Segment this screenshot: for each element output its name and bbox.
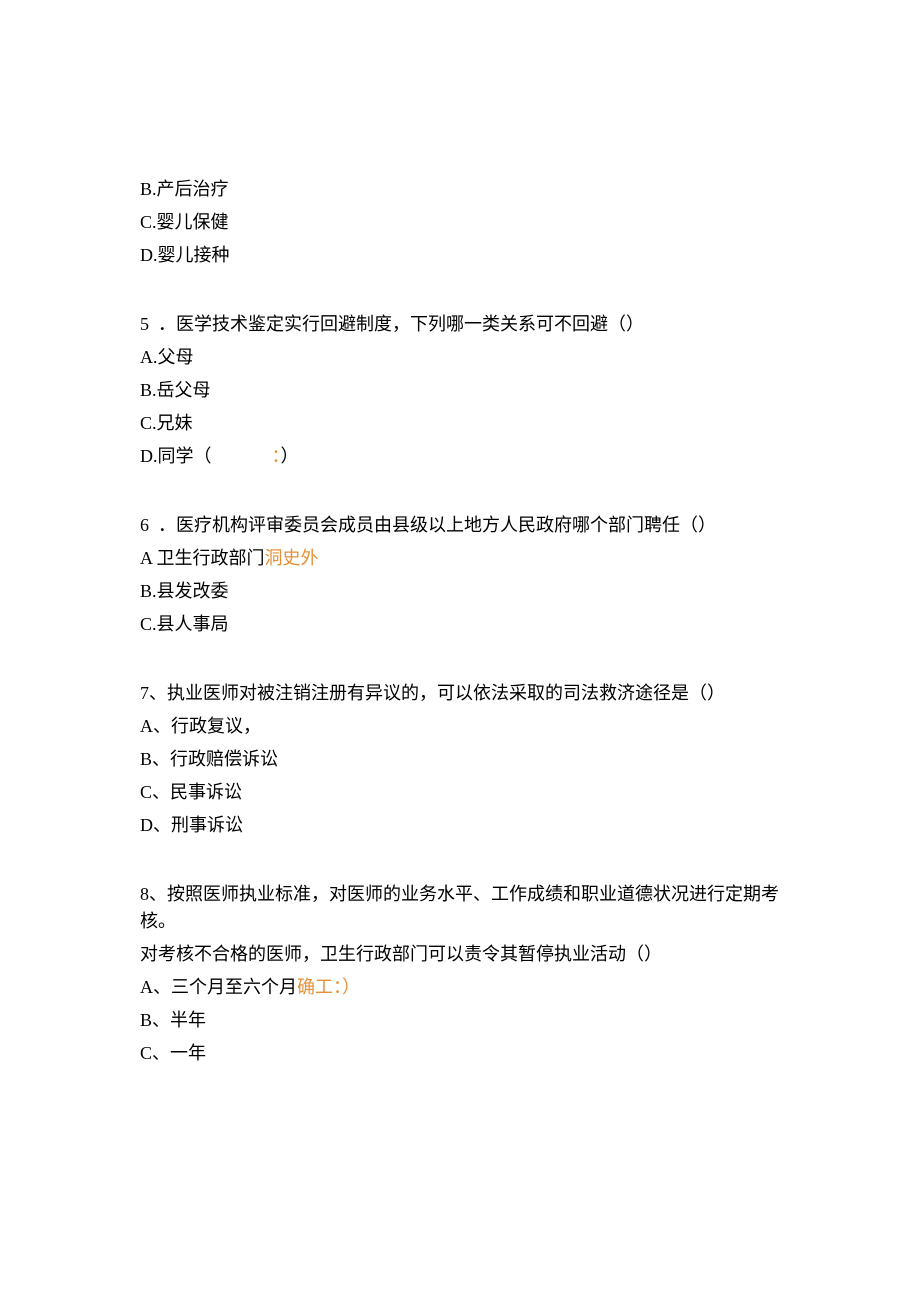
question-7: 7、执业医师对被注销注册有异议的，可以依法采取的司法救济途径是（） A、行政复议… — [140, 680, 780, 839]
question-text: 医疗机构评审委员会成员由县级以上地方人民政府哪个部门聘任（） — [176, 515, 716, 535]
option-a-prefix: A 卫生行政部门 — [140, 548, 265, 568]
question-8: 8、按照医师执业标准，对医师的业务水平、工作成绩和职业道德状况进行定期考核。 对… — [140, 881, 780, 1067]
question-text: 执业医师对被注销注册有异议的，可以依法采取的司法救济途径是（） — [167, 683, 725, 703]
question-5-stem: 5 ．医学技术鉴定实行回避制度，下列哪一类关系可不回避（） — [140, 311, 780, 338]
option-c: C、民事诉讼 — [140, 779, 780, 806]
question-8-stem-line2: 对考核不合格的医师，卫生行政部门可以责令其暂停执业活动（） — [140, 941, 780, 968]
option-a-orange: 确工：） — [297, 977, 360, 997]
option-d-orange: ： — [272, 446, 281, 466]
option-b: B.产后治疗 — [140, 176, 780, 203]
option-d-suffix: ） — [281, 446, 299, 466]
option-a: A、三个月至六个月确工：） — [140, 974, 780, 1001]
option-b: B.县发改委 — [140, 578, 780, 605]
question-sep: ． — [158, 515, 176, 535]
question-number: 7、 — [140, 683, 167, 703]
question-8-stem-line1: 8、按照医师执业标准，对医师的业务水平、工作成绩和职业道德状况进行定期考核。 — [140, 881, 780, 935]
option-a: A 卫生行政部门洞史外 — [140, 545, 780, 572]
question-6: 6 ．医疗机构评审委员会成员由县级以上地方人民政府哪个部门聘任（） A 卫生行政… — [140, 512, 780, 638]
question-5: 5 ．医学技术鉴定实行回避制度，下列哪一类关系可不回避（） A.父母 B.岳父母… — [140, 311, 780, 470]
option-d: D.婴儿接种 — [140, 242, 780, 269]
document-page: B.产后治疗 C.婴儿保健 D.婴儿接种 5 ．医学技术鉴定实行回避制度，下列哪… — [0, 0, 920, 1249]
option-a: A、行政复议， — [140, 713, 780, 740]
question-text: 医学技术鉴定实行回避制度，下列哪一类关系可不回避（） — [176, 314, 644, 334]
question-number: 5 — [140, 311, 149, 338]
option-a-prefix: A、三个月至六个月 — [140, 977, 297, 997]
option-d: D、刑事诉讼 — [140, 812, 780, 839]
option-d: D.同学（ ：） — [140, 443, 780, 470]
question-text-line1: 按照医师执业标准，对医师的业务水平、工作成绩和职业道德状况进行定期考核。 — [140, 884, 779, 931]
question-number: 6 — [140, 512, 149, 539]
option-c: C.兄妹 — [140, 410, 780, 437]
option-c: C、一年 — [140, 1040, 780, 1067]
question-7-stem: 7、执业医师对被注销注册有异议的，可以依法采取的司法救济途径是（） — [140, 680, 780, 707]
option-a-orange: 洞史外 — [265, 548, 319, 568]
question-sep: ． — [158, 314, 176, 334]
option-d-prefix: D.同学（ — [140, 446, 212, 466]
option-c: C.县人事局 — [140, 611, 780, 638]
question-text-line2: 对考核不合格的医师，卫生行政部门可以责令其暂停执业活动（） — [140, 944, 662, 964]
option-c: C.婴儿保健 — [140, 209, 780, 236]
option-b: B.岳父母 — [140, 377, 780, 404]
option-a: A.父母 — [140, 344, 780, 371]
option-b: B、行政赔偿诉讼 — [140, 746, 780, 773]
question-6-stem: 6 ．医疗机构评审委员会成员由县级以上地方人民政府哪个部门聘任（） — [140, 512, 780, 539]
option-b: B、半年 — [140, 1007, 780, 1034]
question-number: 8、 — [140, 884, 167, 904]
question-4-partial: B.产后治疗 C.婴儿保健 D.婴儿接种 — [140, 176, 780, 269]
